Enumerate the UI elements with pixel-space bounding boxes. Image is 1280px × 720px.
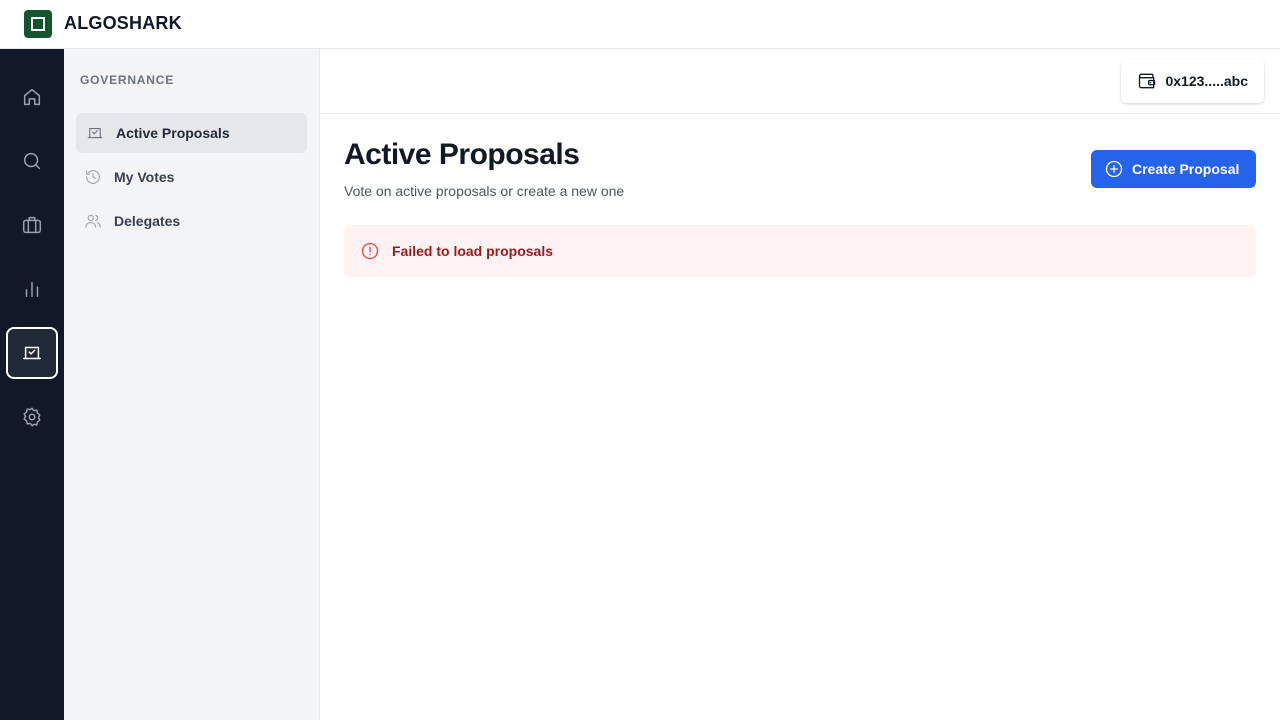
wallet-icon (1139, 73, 1156, 89)
sidebar-item-label: My Votes (114, 169, 175, 185)
sidebar-section-title: GOVERNANCE (80, 73, 175, 87)
rail-governance-button[interactable] (6, 327, 58, 379)
rail-search-button[interactable] (6, 135, 58, 187)
history-icon (86, 170, 100, 184)
search-icon (23, 152, 41, 170)
rail-portfolio-button[interactable] (6, 199, 58, 251)
page-subtitle: Vote on active proposals or create a new… (344, 183, 625, 199)
briefcase-icon (23, 216, 41, 234)
rail-settings-button[interactable] (6, 391, 58, 443)
top-bar: ALGOSHARK (0, 0, 1280, 49)
error-alert: Failed to load proposals (344, 225, 1256, 277)
app-logo[interactable] (24, 10, 52, 38)
wallet-button[interactable]: 0x123.....abc (1121, 59, 1264, 103)
wallet-address: 0x123.....abc (1165, 73, 1248, 89)
create-proposal-label: Create Proposal (1132, 161, 1240, 177)
gear-icon (23, 407, 41, 427)
sidebar-item-my-votes[interactable]: My Votes (76, 157, 307, 197)
bar-chart-icon (25, 281, 39, 298)
main-header: 0x123.....abc (320, 49, 1280, 114)
plus-circle-icon (1105, 160, 1123, 178)
governance-sidebar: GOVERNANCE Active Proposals My Votes Del… (64, 49, 320, 720)
vote-icon (23, 346, 41, 360)
rail-analytics-button[interactable] (6, 263, 58, 315)
page-title: Active Proposals (344, 138, 580, 171)
users-icon (85, 214, 101, 228)
error-message: Failed to load proposals (392, 243, 554, 259)
sidebar-item-delegates[interactable]: Delegates (76, 201, 307, 241)
rail-home-button[interactable] (6, 71, 58, 123)
home-icon (23, 88, 41, 106)
sidebar-item-active-proposals[interactable]: Active Proposals (76, 113, 307, 153)
alert-circle-icon (361, 242, 379, 260)
vote-icon (87, 127, 103, 139)
sidebar-item-label: Delegates (114, 213, 181, 229)
icon-rail (0, 49, 64, 720)
brand-name: ALGOSHARK (64, 13, 182, 33)
create-proposal-button[interactable]: Create Proposal (1091, 150, 1256, 188)
sidebar-item-label: Active Proposals (116, 125, 230, 141)
